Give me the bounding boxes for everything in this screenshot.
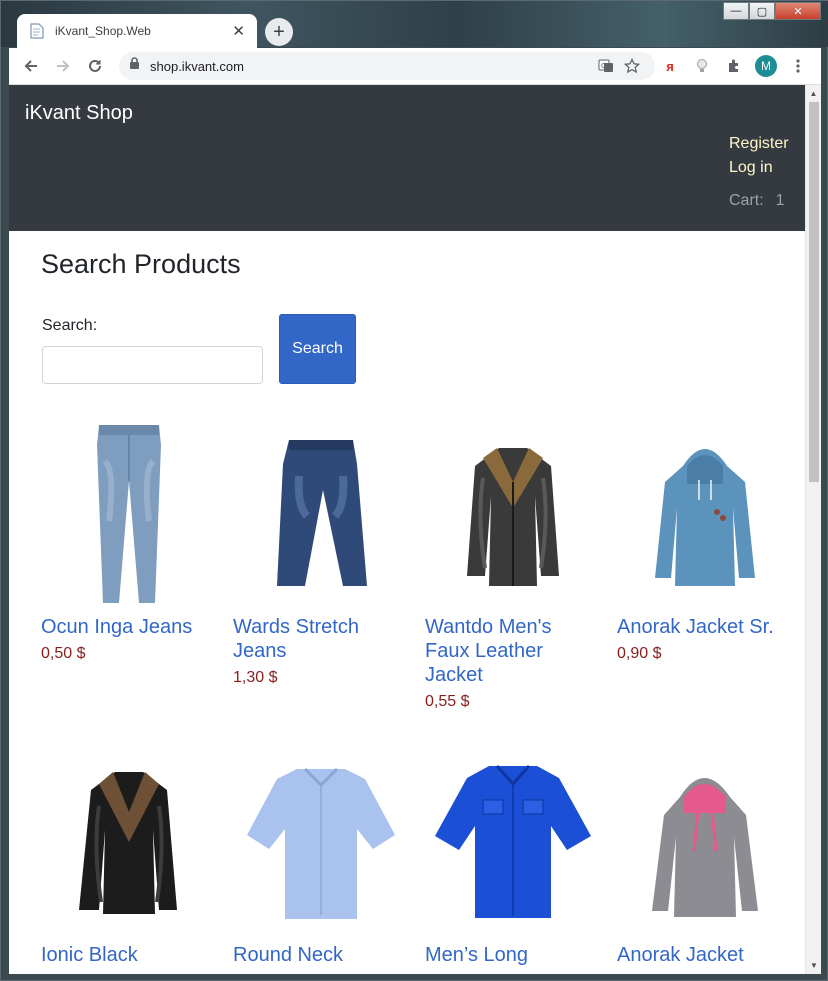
product-image-jeans-light[interactable]	[41, 415, 217, 611]
lock-icon[interactable]	[129, 57, 140, 75]
product-name-link[interactable]: Ocun Inga Jeans	[41, 615, 213, 639]
cart-count: 1	[775, 192, 785, 209]
new-tab-button[interactable]: +	[265, 18, 293, 46]
minimize-button[interactable]: —	[723, 2, 749, 20]
reload-icon[interactable]	[79, 50, 111, 82]
search-label: Search:	[42, 317, 98, 334]
product-name-link[interactable]: Anorak Jacket Sr.	[617, 615, 789, 639]
main-content: Search Products Search: Search Ocun Inga…	[41, 231, 801, 966]
url-text[interactable]: shop.ikvant.com	[150, 59, 593, 74]
product-image-jeans-dark[interactable]	[233, 415, 409, 611]
svg-text:G: G	[601, 62, 606, 70]
product-name-link[interactable]: Wantdo Men's Faux Leather Jacket	[425, 615, 597, 687]
tab-title: iKvant_Shop.Web	[55, 24, 151, 38]
window-controls: — ▢ ✕	[723, 2, 821, 20]
login-link[interactable]: Log in	[729, 159, 773, 177]
product-image-royal-blue-shirt[interactable]	[425, 743, 601, 939]
yandex-extension-icon[interactable]: я	[657, 53, 683, 79]
product-name-link[interactable]: Wards Stretch Jeans	[233, 615, 405, 663]
more-menu-icon[interactable]	[785, 53, 811, 79]
back-arrow-icon[interactable]	[15, 50, 47, 82]
page-viewport: iKvant Shop Register Log in Cart: 1 Searc…	[9, 85, 821, 974]
forward-arrow-icon[interactable]	[47, 50, 79, 82]
page-scrollbar[interactable]: ▲ ▼	[805, 85, 821, 974]
product-card: Anorak Jacket Sr. 0,90 $	[617, 415, 793, 663]
lightbulb-extension-icon[interactable]	[689, 53, 715, 79]
product-image-light-blue-shirt[interactable]	[233, 743, 409, 939]
search-input[interactable]	[42, 346, 263, 384]
browser-tab[interactable]: iKvant_Shop.Web ✕	[17, 14, 257, 48]
scroll-up-arrow-icon[interactable]: ▲	[806, 85, 821, 102]
product-card: Ocun Inga Jeans 0,50 $	[41, 415, 217, 663]
maximize-button[interactable]: ▢	[749, 2, 775, 20]
puzzle-extensions-icon[interactable]	[721, 53, 747, 79]
register-link[interactable]: Register	[729, 135, 789, 153]
profile-avatar[interactable]: M	[753, 53, 779, 79]
product-name-link[interactable]: Round Neck	[233, 943, 405, 967]
browser-toolbar: shop.ikvant.com G я M	[9, 48, 821, 85]
product-price: 0,50 $	[41, 645, 86, 662]
product-image-leather-jacket[interactable]	[425, 415, 601, 611]
tab-close-icon[interactable]: ✕	[232, 22, 245, 40]
product-card: Anorak Jacket	[617, 743, 793, 973]
brand-link[interactable]: iKvant Shop	[25, 102, 133, 125]
product-image-grey-pink-hoodie[interactable]	[617, 743, 793, 939]
product-card: Wards Stretch Jeans 1,30 $	[233, 415, 409, 687]
product-name-link[interactable]: Anorak Jacket	[617, 943, 789, 967]
translate-icon[interactable]: G	[593, 53, 619, 79]
close-window-button[interactable]: ✕	[775, 2, 821, 20]
cart-link[interactable]: Cart: 1	[729, 192, 785, 210]
page-title: Search Products	[41, 249, 241, 279]
product-name-link[interactable]: Ionic Black	[41, 943, 213, 967]
star-bookmark-icon[interactable]	[619, 53, 645, 79]
page-icon	[29, 23, 45, 39]
product-card: Wantdo Men's Faux Leather Jacket 0,55 $	[425, 415, 601, 711]
product-price: 0,90 $	[617, 645, 662, 662]
product-price: 0,55 $	[425, 693, 470, 710]
cart-label: Cart:	[729, 192, 764, 209]
site-navbar: iKvant Shop Register Log in Cart: 1	[9, 85, 805, 231]
product-image-black-jacket[interactable]	[41, 743, 217, 939]
product-card: Men’s Long	[425, 743, 601, 973]
scrollbar-thumb[interactable]	[809, 102, 819, 482]
product-name-link[interactable]: Men’s Long	[425, 943, 597, 967]
search-button[interactable]: Search	[279, 314, 356, 384]
product-price: 1,30 $	[233, 669, 278, 686]
avatar: M	[755, 55, 777, 77]
product-card: Ionic Black	[41, 743, 217, 973]
scroll-down-arrow-icon[interactable]: ▼	[806, 957, 821, 974]
product-image-blue-hoodie[interactable]	[617, 415, 793, 611]
product-card: Round Neck	[233, 743, 409, 973]
browser-window: — ▢ ✕ iKvant_Shop.Web ✕ + shop.ikvant.co…	[0, 0, 828, 981]
address-bar[interactable]: shop.ikvant.com G	[119, 52, 655, 80]
